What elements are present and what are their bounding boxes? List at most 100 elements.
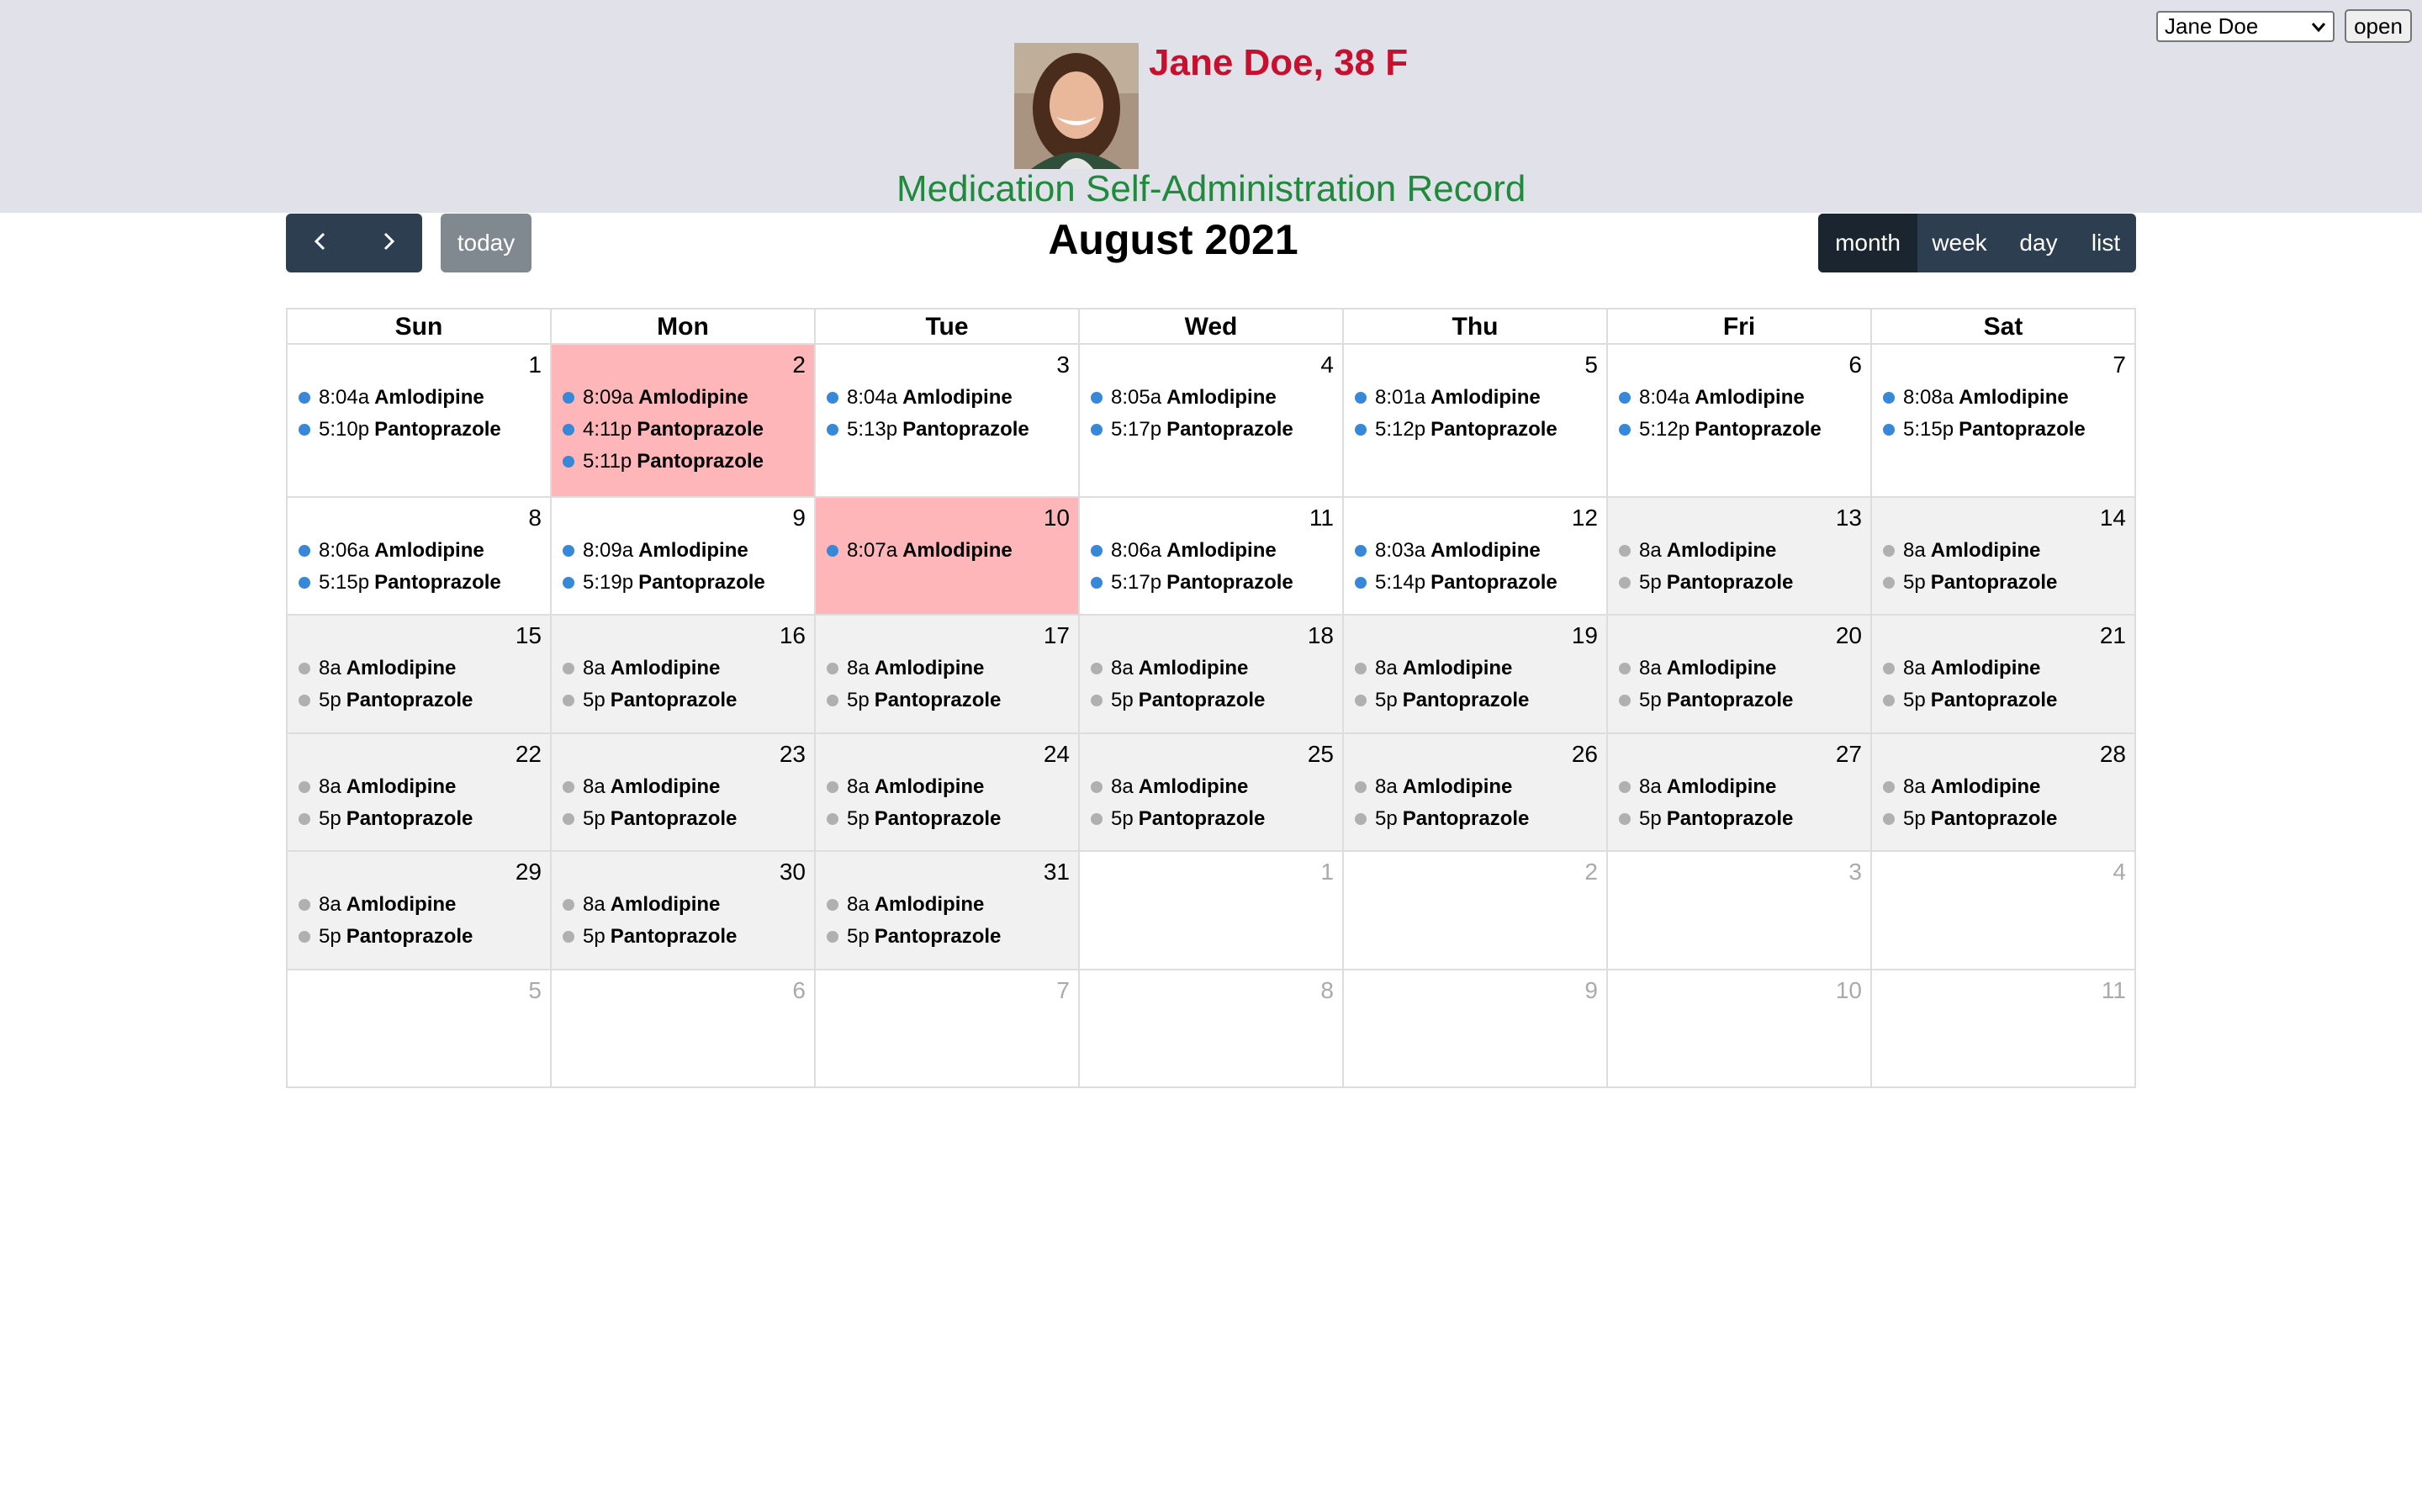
day-cell[interactable]: 1 8:04a Amlodipine 5:10p Pantoprazole [288,345,552,498]
medication-event[interactable]: 8a Amlodipine [563,889,811,921]
medication-event[interactable]: 5:19p Pantoprazole [563,567,811,599]
medication-event[interactable]: 8:08a Amlodipine [1883,382,2131,414]
day-number[interactable]: 11 [2102,977,2126,1004]
day-cell[interactable]: 6 [552,970,816,1088]
medication-event[interactable]: 5p Pantoprazole [827,803,1075,835]
day-number[interactable]: 15 [516,622,542,649]
day-cell[interactable]: 11 [1872,970,2136,1088]
day-cell[interactable]: 8 [1080,970,1344,1088]
day-number[interactable]: 21 [2100,622,2126,649]
day-number[interactable]: 4 [1320,352,1334,378]
day-cell[interactable]: 15 8a Amlodipine 5p Pantoprazole [288,616,552,734]
medication-event[interactable]: 8:09a Amlodipine [563,382,811,414]
day-cell[interactable]: 2 8:09a Amlodipine 4:11p Pantoprazole 5:11p Pa… [552,345,816,498]
day-cell[interactable]: 24 8a Amlodipine 5p Pantoprazole [816,734,1080,852]
day-cell[interactable]: 3 8:04a Amlodipine 5:13p Pantoprazole [816,345,1080,498]
day-cell[interactable]: 9 8:09a Amlodipine 5:19p Pantoprazole [552,498,816,616]
day-number[interactable]: 5 [1584,352,1598,378]
medication-event[interactable]: 8a Amlodipine [1091,653,1339,685]
day-cell[interactable]: 9 [1344,970,1608,1088]
medication-event[interactable]: 8a Amlodipine [1883,771,2131,803]
medication-event[interactable]: 5p Pantoprazole [1355,685,1603,716]
medication-event[interactable]: 8a Amlodipine [1619,653,1867,685]
medication-event[interactable]: 5p Pantoprazole [1355,803,1603,835]
day-cell[interactable]: 10 [1608,970,1872,1088]
day-number[interactable]: 16 [780,622,806,649]
day-cell[interactable]: 8 8:06a Amlodipine 5:15p Pantoprazole [288,498,552,616]
day-cell[interactable]: 11 8:06a Amlodipine 5:17p Pantoprazole [1080,498,1344,616]
medication-event[interactable]: 5:12p Pantoprazole [1355,414,1603,446]
view-week-button[interactable]: week [1917,214,2002,272]
day-number[interactable]: 11 [1309,505,1334,531]
medication-event[interactable]: 8a Amlodipine [563,771,811,803]
medication-event[interactable]: 8a Amlodipine [299,889,547,921]
prev-month-button[interactable] [286,214,354,272]
medication-event[interactable]: 8:04a Amlodipine [827,382,1075,414]
day-number[interactable]: 9 [1584,977,1598,1004]
medication-event[interactable]: 8a Amlodipine [1619,535,1867,567]
day-cell[interactable]: 18 8a Amlodipine 5p Pantoprazole [1080,616,1344,734]
medication-event[interactable]: 8:06a Amlodipine [299,535,547,567]
medication-event[interactable]: 8a Amlodipine [1883,653,2131,685]
medication-event[interactable]: 5p Pantoprazole [299,685,547,716]
day-number[interactable]: 20 [1836,622,1862,649]
medication-event[interactable]: 8:06a Amlodipine [1091,535,1339,567]
medication-event[interactable]: 5p Pantoprazole [1619,803,1867,835]
day-number[interactable]: 6 [1848,352,1862,378]
day-cell[interactable]: 6 8:04a Amlodipine 5:12p Pantoprazole [1608,345,1872,498]
day-cell[interactable]: 31 8a Amlodipine 5p Pantoprazole [816,852,1080,970]
day-number[interactable]: 28 [2100,741,2126,768]
medication-event[interactable]: 5p Pantoprazole [299,921,547,953]
day-cell[interactable]: 13 8a Amlodipine 5p Pantoprazole [1608,498,1872,616]
medication-event[interactable]: 5p Pantoprazole [1883,567,2131,599]
medication-event[interactable]: 8a Amlodipine [1355,771,1603,803]
day-number[interactable]: 17 [1044,622,1070,649]
day-number[interactable]: 19 [1572,622,1598,649]
day-number[interactable]: 8 [528,505,542,531]
medication-event[interactable]: 5p Pantoprazole [827,685,1075,716]
medication-event[interactable]: 4:11p Pantoprazole [563,414,811,446]
day-cell[interactable]: 27 8a Amlodipine 5p Pantoprazole [1608,734,1872,852]
day-cell[interactable]: 22 8a Amlodipine 5p Pantoprazole [288,734,552,852]
medication-event[interactable]: 8:07a Amlodipine [827,535,1075,567]
medication-event[interactable]: 5p Pantoprazole [1883,685,2131,716]
medication-event[interactable]: 8:05a Amlodipine [1091,382,1339,414]
day-number[interactable]: 9 [792,505,806,531]
view-list-button[interactable]: list [2076,214,2136,272]
medication-event[interactable]: 5p Pantoprazole [827,921,1075,953]
day-cell[interactable]: 4 [1872,852,2136,970]
day-number[interactable]: 1 [1320,859,1334,886]
day-number[interactable]: 5 [528,977,542,1004]
medication-event[interactable]: 8a Amlodipine [827,889,1075,921]
medication-event[interactable]: 5p Pantoprazole [1091,803,1339,835]
medication-event[interactable]: 5p Pantoprazole [1619,567,1867,599]
day-number[interactable]: 25 [1308,741,1334,768]
medication-event[interactable]: 5:15p Pantoprazole [1883,414,2131,446]
day-cell[interactable]: 14 8a Amlodipine 5p Pantoprazole [1872,498,2136,616]
medication-event[interactable]: 5:10p Pantoprazole [299,414,547,446]
patient-select[interactable]: Jane Doe [2156,11,2335,42]
day-number[interactable]: 23 [780,741,806,768]
day-cell[interactable]: 1 [1080,852,1344,970]
day-number[interactable]: 29 [516,859,542,886]
medication-event[interactable]: 5p Pantoprazole [1883,803,2131,835]
day-number[interactable]: 12 [1572,505,1598,531]
day-number[interactable]: 8 [1320,977,1334,1004]
day-cell[interactable]: 28 8a Amlodipine 5p Pantoprazole [1872,734,2136,852]
medication-event[interactable]: 5p Pantoprazole [1091,685,1339,716]
day-cell[interactable]: 4 8:05a Amlodipine 5:17p Pantoprazole [1080,345,1344,498]
medication-event[interactable]: 5:17p Pantoprazole [1091,567,1339,599]
medication-event[interactable]: 5:15p Pantoprazole [299,567,547,599]
day-number[interactable]: 2 [1584,859,1598,886]
day-number[interactable]: 14 [2100,505,2126,531]
day-cell[interactable]: 20 8a Amlodipine 5p Pantoprazole [1608,616,1872,734]
day-number[interactable]: 1 [528,352,542,378]
day-number[interactable]: 30 [780,859,806,886]
today-button[interactable]: today [441,214,531,272]
day-number[interactable]: 18 [1308,622,1334,649]
day-cell[interactable]: 23 8a Amlodipine 5p Pantoprazole [552,734,816,852]
day-number[interactable]: 10 [1836,977,1862,1004]
day-cell[interactable]: 3 [1608,852,1872,970]
medication-event[interactable]: 5:13p Pantoprazole [827,414,1075,446]
day-cell[interactable]: 2 [1344,852,1608,970]
